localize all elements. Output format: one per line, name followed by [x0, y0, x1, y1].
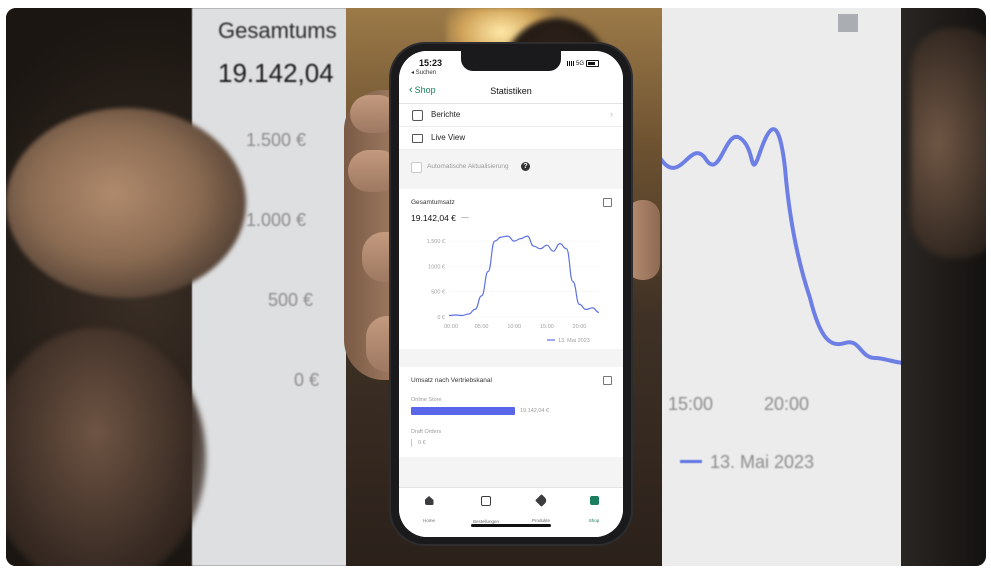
- phone: 15:23 ◂ Suchen 5G ‹ Shop Statistiken Ber…: [391, 44, 631, 544]
- channel-bar-online: [411, 407, 515, 415]
- channel-value-draft: 0 €: [418, 440, 426, 446]
- home-indicator: [471, 524, 551, 527]
- phone-screen: 15:23 ◂ Suchen 5G ‹ Shop Statistiken Ber…: [399, 51, 623, 537]
- y-tick-label: 0 €: [437, 315, 445, 321]
- series-line: [448, 235, 600, 317]
- page-title: Statistiken: [490, 86, 532, 96]
- y-tick-label: 1000 €: [428, 264, 445, 270]
- background-tick-500: 500 €: [268, 290, 314, 310]
- chevron-right-icon: ›: [610, 109, 613, 119]
- background-tick-2000h: 20:00: [764, 394, 810, 414]
- background-chart: [660, 14, 906, 365]
- tab-home[interactable]: Home: [404, 496, 454, 527]
- y-tick-label: 500 €: [431, 290, 445, 296]
- channel-card: Umsatz nach Vertriebskanal Online Store …: [399, 367, 623, 457]
- background-tick-1000: 1.000 €: [246, 210, 307, 230]
- tag-icon: [534, 494, 548, 507]
- phone-notch: [461, 51, 561, 71]
- finger-right: [626, 200, 660, 280]
- x-tick-label: 10:00: [507, 324, 521, 330]
- home-icon: [424, 496, 434, 505]
- x-tick-label: 20:00: [573, 324, 587, 330]
- orders-icon: [481, 496, 491, 506]
- auto-refresh-label: Automatische Aktualisierung: [427, 163, 509, 170]
- menu-item-label: Berichte: [431, 110, 461, 119]
- background-thumb: [6, 108, 246, 298]
- menu-item-reports[interactable]: Berichte ›: [399, 104, 623, 127]
- background-legend-swatch: [680, 460, 702, 463]
- background-value: 19.142,04: [218, 58, 334, 88]
- nav-bar: ‹ Shop Statistiken: [399, 81, 623, 104]
- signal-icon: [567, 61, 574, 66]
- auto-refresh-row: Automatische Aktualisierung ?: [399, 155, 623, 179]
- status-indicators: 5G: [567, 60, 600, 67]
- x-tick-label: 00:00: [444, 324, 458, 330]
- background-heading: Gesamtums: [218, 18, 337, 43]
- status-time: 15:23: [419, 58, 443, 68]
- legend-label: 13. Mai 2023: [558, 338, 590, 344]
- tab-shop[interactable]: Shop: [569, 496, 619, 527]
- tab-label: Home: [422, 518, 435, 523]
- revenue-chart: 1.500 € 1000 € 500 € 0 € 00:00 05:00 10:00 15:0…: [427, 235, 600, 344]
- monitor-icon: [412, 134, 423, 143]
- auto-refresh-checkbox[interactable]: [411, 162, 422, 173]
- revenue-card: Gesamtumsatz 19.142,04 € — 1.500 €1000 €…: [399, 189, 623, 349]
- channel-name-online: Online Store: [411, 397, 442, 403]
- help-icon[interactable]: ?: [521, 162, 530, 171]
- photo-frame: Gesamtums 19.142,04 1.500 € 1.000 € 500 …: [0, 0, 991, 569]
- channel-name-draft: Draft Orders: [411, 429, 442, 435]
- battery-icon: [586, 60, 600, 67]
- tab-products[interactable]: Produkte: [516, 494, 566, 527]
- menu-item-label: Live View: [431, 133, 466, 142]
- y-tick-label: 1.500 €: [427, 239, 445, 245]
- channel-title: Umsatz nach Vertriebskanal: [411, 377, 492, 384]
- x-tick-label: 05:00: [475, 324, 489, 330]
- channel-options-icon[interactable]: [603, 376, 612, 385]
- tab-label: Produkte: [531, 518, 550, 523]
- status-back-link[interactable]: ◂ Suchen: [411, 69, 436, 76]
- report-icon: [412, 110, 423, 121]
- background-legend-label: 13. Mai 2023: [710, 452, 815, 472]
- tab-bar: Home Bestellungen Produkte Shop: [399, 487, 623, 537]
- background-right-hand: [911, 28, 986, 258]
- x-tick-label: 15:00: [540, 324, 554, 330]
- tab-label: Shop: [588, 518, 600, 523]
- network-label: 5G: [576, 60, 585, 67]
- store-icon: [589, 496, 599, 505]
- background-tick-0: 0 €: [294, 370, 320, 390]
- channel-value-online: 19.142,04 €: [520, 408, 550, 414]
- stats-menu: Berichte › Live View: [399, 104, 623, 150]
- background-left-screen: [192, 8, 347, 566]
- background-tick-1500h: 15:00: [668, 394, 714, 414]
- background-tick-1500: 1.500 €: [246, 130, 307, 150]
- channel-bar-draft: [411, 439, 412, 447]
- menu-item-live-view[interactable]: Live View: [399, 127, 623, 150]
